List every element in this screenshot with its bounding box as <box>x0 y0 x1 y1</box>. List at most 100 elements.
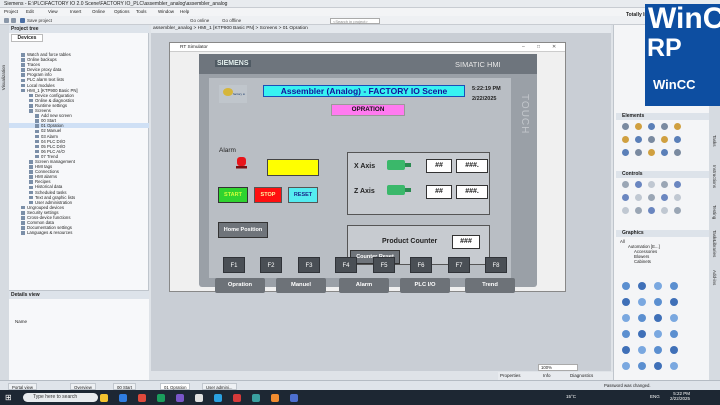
toolbox-item-icon[interactable] <box>674 136 681 143</box>
toolbox-item-icon[interactable] <box>674 194 681 201</box>
menu-item[interactable]: Online <box>92 9 105 14</box>
elements-header[interactable]: Elements <box>616 113 710 120</box>
go-online-button[interactable]: Go online <box>190 18 209 23</box>
toolbox-item-icon[interactable] <box>670 298 678 306</box>
toolbox-item-icon[interactable] <box>622 362 630 370</box>
taskbar-app-icon[interactable] <box>271 394 279 402</box>
toolbox-item-icon[interactable] <box>670 282 678 290</box>
toolbox-item-icon[interactable] <box>635 181 642 188</box>
minimize-button[interactable]: – <box>522 43 525 52</box>
toolbox-item-icon[interactable] <box>661 123 668 130</box>
toolbox-item-icon[interactable] <box>635 194 642 201</box>
toolbox-item-icon[interactable] <box>635 136 642 143</box>
f1-key[interactable]: F1 <box>223 257 245 273</box>
toolbox-item-icon[interactable] <box>674 207 681 214</box>
toolbox-item-icon[interactable] <box>648 149 655 156</box>
new-project-icon[interactable] <box>4 18 9 23</box>
toolbox-item-icon[interactable] <box>635 123 642 130</box>
save-button[interactable]: Save project <box>27 18 52 23</box>
save-icon[interactable] <box>20 18 25 23</box>
toolbox-item-icon[interactable] <box>622 346 630 354</box>
taskbar-app-icon[interactable] <box>157 394 165 402</box>
toolbox-item-icon[interactable] <box>654 282 662 290</box>
toolbox-item-icon[interactable] <box>670 362 678 370</box>
f6-key[interactable]: F6 <box>410 257 432 273</box>
user-admin-tab[interactable]: User admini... <box>202 383 237 390</box>
tree-item[interactable]: Languages & resources <box>9 230 149 235</box>
toolbox-item-icon[interactable] <box>654 298 662 306</box>
maximize-button[interactable]: □ <box>537 43 540 52</box>
taskbar-app-icon[interactable] <box>252 394 260 402</box>
toolbox-item-icon[interactable] <box>622 149 629 156</box>
taskbar-app-icon[interactable] <box>176 394 184 402</box>
graphics-cabinets[interactable]: Cabinets <box>620 259 660 264</box>
product-counter-field[interactable]: ### <box>452 235 480 249</box>
toolbox-item-icon[interactable] <box>648 136 655 143</box>
menu-item[interactable]: Window <box>158 9 174 14</box>
diagnostics-tab[interactable]: Diagnostics <box>570 372 593 380</box>
toolbox-item-icon[interactable] <box>661 136 668 143</box>
toolbox-item-icon[interactable] <box>622 330 630 338</box>
home-position-button[interactable]: Home Position <box>218 222 268 238</box>
portal-view-tab[interactable]: Portal view <box>8 383 38 390</box>
toolbox-item-icon[interactable] <box>622 282 630 290</box>
menu-item[interactable]: Help <box>180 9 189 14</box>
nav-manuel-button[interactable]: Manuel <box>276 278 326 293</box>
devices-tab[interactable]: Devices <box>11 34 43 42</box>
open-project-icon[interactable] <box>11 18 16 23</box>
f8-key[interactable]: F8 <box>485 257 507 273</box>
taskbar-app-icon[interactable] <box>100 394 108 402</box>
toolbox-item-icon[interactable] <box>638 362 646 370</box>
taskbar-search[interactable]: Type here to search <box>23 393 98 402</box>
controls-header[interactable]: Controls <box>616 171 710 178</box>
f3-key[interactable]: F3 <box>298 257 320 273</box>
toolbox-item-icon[interactable] <box>648 207 655 214</box>
opration-screen-tab[interactable]: 01 Opration <box>160 383 191 390</box>
taskbar-app-icon[interactable] <box>214 394 222 402</box>
windows-start-icon[interactable]: ⊞ <box>5 393 14 402</box>
overview-tab[interactable]: Overview <box>70 383 96 390</box>
f2-key[interactable]: F2 <box>260 257 282 273</box>
reset-button[interactable]: RESET <box>288 187 318 203</box>
menu-item[interactable]: Insert <box>70 9 81 14</box>
toolbox-item-icon[interactable] <box>622 194 629 201</box>
toolbox-item-icon[interactable] <box>622 181 629 188</box>
taskbar-app-icon[interactable] <box>290 394 298 402</box>
menu-item[interactable]: Project <box>4 9 18 14</box>
toolbox-item-icon[interactable] <box>654 362 662 370</box>
graphics-header[interactable]: Graphics <box>616 230 710 237</box>
taskbar-clock[interactable]: 5:22 PM 2/22/2025 <box>670 391 690 401</box>
toolbox-item-icon[interactable] <box>622 298 630 306</box>
toolbox-item-icon[interactable] <box>635 207 642 214</box>
toolbox-item-icon[interactable] <box>622 207 629 214</box>
toolbox-item-icon[interactable] <box>648 123 655 130</box>
toolbox-item-icon[interactable] <box>638 314 646 322</box>
info-tab[interactable]: Info <box>543 372 551 380</box>
f4-key[interactable]: F4 <box>335 257 357 273</box>
taskbar-app-icon[interactable] <box>119 394 127 402</box>
toolbox-item-icon[interactable] <box>648 194 655 201</box>
f5-key[interactable]: F5 <box>373 257 395 273</box>
toolbox-item-icon[interactable] <box>654 314 662 322</box>
toolbox-item-icon[interactable] <box>674 181 681 188</box>
toolbox-item-icon[interactable] <box>654 330 662 338</box>
nav-trend-button[interactable]: Trend <box>465 278 515 293</box>
stop-button[interactable]: STOP <box>254 187 282 203</box>
start-button[interactable]: START <box>218 187 248 203</box>
toolbox-item-icon[interactable] <box>638 298 646 306</box>
taskbar-app-icon[interactable] <box>195 394 203 402</box>
toolbox-item-icon[interactable] <box>670 314 678 322</box>
menu-item[interactable]: Options <box>114 9 130 14</box>
nav-plc-io-button[interactable]: PLC I/O <box>400 278 450 293</box>
z-axis-io-field-1[interactable]: ## <box>426 185 452 199</box>
menu-item[interactable]: Edit <box>26 9 34 14</box>
toolbox-item-icon[interactable] <box>635 149 642 156</box>
toolbox-item-icon[interactable] <box>638 330 646 338</box>
toolbox-item-icon[interactable] <box>661 181 668 188</box>
nav-alarm-button[interactable]: Alarm <box>339 278 389 293</box>
toolbox-item-icon[interactable] <box>648 181 655 188</box>
toolbox-item-icon[interactable] <box>670 346 678 354</box>
x-axis-io-field-2[interactable]: ###. <box>456 159 488 173</box>
toolbox-item-icon[interactable] <box>661 194 668 201</box>
menu-item[interactable]: Tools <box>136 9 147 14</box>
